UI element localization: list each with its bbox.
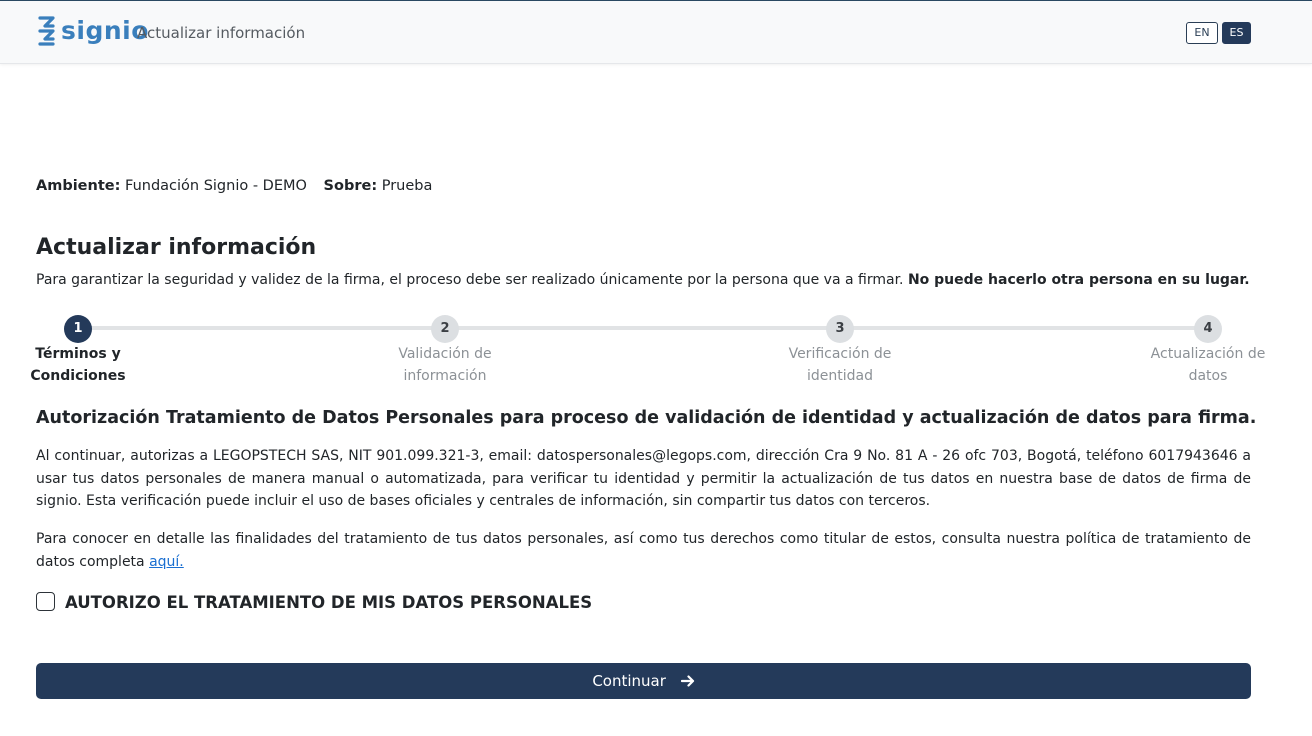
- lang-es-button[interactable]: ES: [1222, 22, 1251, 44]
- sobre-label: Sobre:: [323, 178, 378, 194]
- step-3-label: Verificación de identidad: [775, 343, 905, 387]
- continue-button[interactable]: Continuar: [36, 663, 1251, 699]
- step-4-label-line1: Actualización de: [1150, 346, 1266, 362]
- stepper-track: [78, 326, 1208, 330]
- consent-paragraph-2: Para conocer en detalle las finalidades …: [36, 528, 1251, 573]
- consent-checkbox-label[interactable]: AUTORIZO EL TRATAMIENTO DE MIS DATOS PER…: [65, 592, 592, 613]
- step-2-indicator: 2: [431, 315, 459, 343]
- app-header: signio Actualizar información EN ES: [0, 1, 1312, 64]
- step-4-label: Actualización de datos: [1143, 343, 1273, 387]
- step-1-label: Términos y Condiciones: [13, 343, 143, 387]
- step-2-label: Validación de información: [380, 343, 510, 387]
- step-4-indicator: 4: [1194, 315, 1222, 343]
- continue-button-label: Continuar: [592, 672, 666, 690]
- sobre-value: Prueba: [381, 178, 433, 194]
- step-3-label-line1: Verificación de: [788, 346, 892, 362]
- step-1-label-line2: Condiciones: [30, 368, 126, 384]
- step-2-label-line1: Validación de: [398, 346, 492, 362]
- environment-info: Ambiente: Fundación Signio - DEMO Sobre:…: [36, 176, 432, 196]
- consent-checkbox[interactable]: [36, 592, 55, 611]
- step-4-label-line2: datos: [1188, 368, 1228, 384]
- consent-paragraph-2-text: Para conocer en detalle las finalidades …: [36, 531, 1251, 570]
- step-3-label-line2: identidad: [807, 368, 873, 384]
- intro-normal: Para garantizar la seguridad y validez d…: [36, 272, 904, 288]
- privacy-policy-link[interactable]: aquí.: [149, 554, 184, 570]
- step-1-indicator: 1: [64, 315, 92, 343]
- lang-en-button[interactable]: EN: [1186, 22, 1218, 44]
- intro-text: Para garantizar la seguridad y validez d…: [36, 270, 1250, 290]
- arrow-right-icon: [680, 674, 694, 687]
- ambiente-value: Fundación Signio - DEMO: [125, 178, 307, 194]
- step-3-indicator: 3: [826, 315, 854, 343]
- page-title: Actualizar información: [36, 235, 317, 260]
- step-2-label-line2: información: [403, 368, 487, 384]
- signio-logo-icon: [38, 16, 55, 46]
- consent-paragraph-1: Al continuar, autorizas a LEGOPSTECH SAS…: [36, 448, 1251, 509]
- consent-title: Autorización Tratamiento de Datos Person…: [36, 408, 1257, 428]
- ambiente-label: Ambiente:: [36, 178, 121, 194]
- step-1-label-line1: Términos y: [35, 346, 121, 362]
- intro-bold: No puede hacerlo otra persona en su luga…: [907, 272, 1250, 288]
- brand-name: signio: [61, 16, 149, 45]
- header-title: Actualizar información: [137, 24, 306, 42]
